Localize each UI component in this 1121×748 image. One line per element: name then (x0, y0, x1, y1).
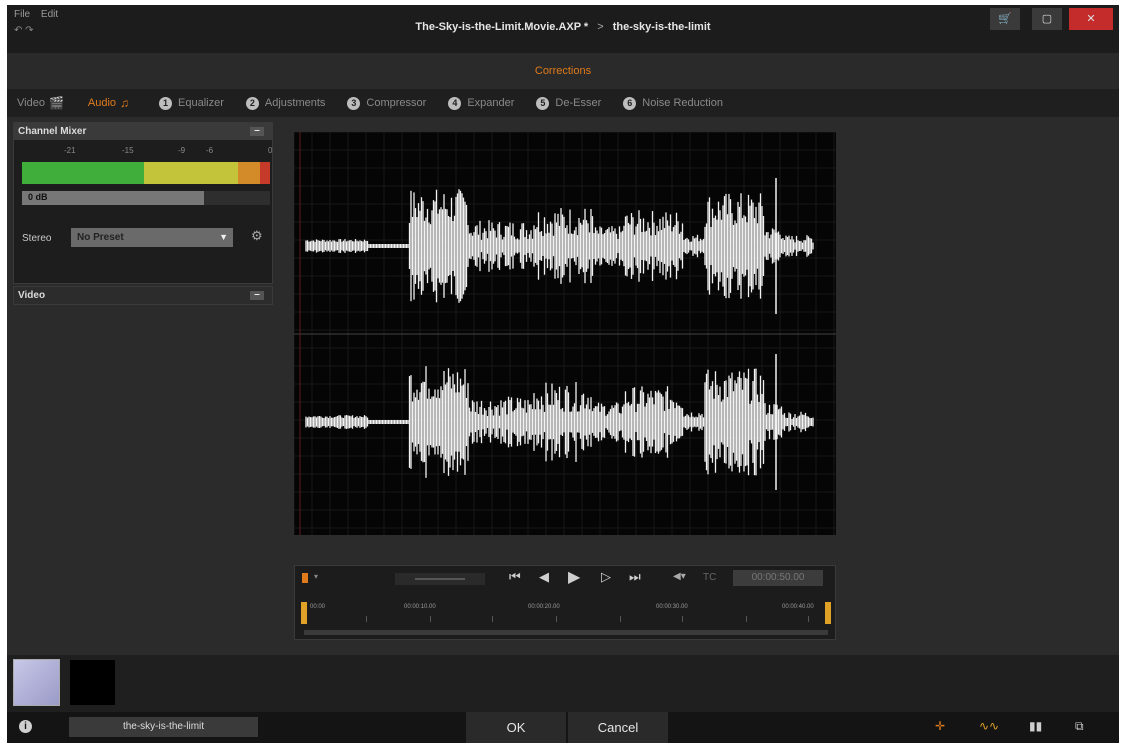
menu-file[interactable]: File (14, 9, 30, 20)
video-panel-header[interactable]: Video – (14, 287, 272, 304)
preset-settings-icon[interactable]: ⚙ (251, 228, 263, 244)
channel-mixer-title: Channel Mixer (18, 126, 87, 137)
ruler-label: 00:00:40.00 (782, 604, 814, 610)
tab-compressor[interactable]: 3 Compressor (347, 96, 427, 110)
status-bar: i the-sky-is-the-limit OK Cancel ✛ ∿∿ ▮▮… (7, 712, 1119, 743)
clapperboard-icon: 🎬 (48, 96, 64, 110)
tab-video-label: Video (17, 97, 45, 109)
go-to-start-icon[interactable]: ⏮ (509, 569, 521, 585)
chevron-down-icon: ▼ (219, 232, 228, 242)
menu-edit[interactable]: Edit (41, 9, 58, 20)
ruler-label: 00:00:20.00 (528, 604, 560, 610)
waveform-icon[interactable]: ∿∿ (979, 719, 999, 733)
menu-bar: File Edit (14, 9, 66, 20)
step-back-icon[interactable]: ◀ (539, 569, 549, 585)
store-button[interactable]: 🛒 (990, 8, 1020, 30)
clip-title: the-sky-is-the-limit (612, 21, 711, 33)
go-to-end-icon[interactable]: ⏭ (629, 569, 641, 585)
project-title: The-Sky-is-the-Limit.Movie.AXP * (415, 21, 589, 33)
meter-tick: -15 (122, 146, 134, 155)
channel-mixer-header[interactable]: Channel Mixer – (14, 123, 272, 140)
cancel-button[interactable]: Cancel (568, 712, 668, 743)
record-icon[interactable] (302, 573, 308, 583)
video-panel-title: Video (18, 290, 46, 301)
meter-tick: -21 (64, 146, 76, 155)
video-panel: Video – (13, 286, 273, 305)
clip-thumbnail[interactable] (13, 659, 60, 706)
ruler-label: 00:00 (310, 604, 326, 610)
maximize-button[interactable]: ▢ (1032, 8, 1062, 30)
close-button[interactable]: ✕ (1069, 8, 1113, 30)
tab-adjustments[interactable]: 2 Adjustments (245, 96, 326, 110)
step-3-icon: 3 (347, 96, 361, 110)
step-2-icon: 2 (245, 96, 259, 110)
step-4-icon: 4 (448, 96, 462, 110)
level-meter (22, 162, 270, 184)
tab-audio-label: Audio (87, 97, 117, 109)
waveform-svg (294, 132, 836, 535)
crosshair-icon[interactable]: ✛ (935, 719, 945, 733)
window-title: The-Sky-is-the-Limit.Movie.AXP * > the-s… (7, 21, 1119, 33)
collapse-icon[interactable]: – (250, 126, 264, 136)
project-name-field[interactable]: the-sky-is-the-limit (69, 717, 258, 737)
tab-noise-reduction[interactable]: 6 Noise Reduction (623, 96, 723, 110)
bar-graph-icon[interactable]: ▮▮ (1029, 719, 1042, 733)
step-5-icon: 5 (536, 96, 550, 110)
step-1-icon: 1 (159, 96, 173, 110)
step-forward-icon[interactable]: ▷ (601, 569, 611, 585)
app-window: File Edit ↶ ↷ The-Sky-is-the-Limit.Movie… (7, 5, 1119, 743)
music-note-icon: ♫ (120, 96, 130, 110)
external-window-icon[interactable]: ⧉ (1075, 719, 1084, 734)
channel-mixer-body: -21 -15 -9 -6 0 0 dB Stereo No Preset ▼ (14, 140, 272, 283)
shuttle-slider[interactable] (395, 573, 485, 585)
level-slider[interactable]: 0 dB (22, 191, 270, 205)
volume-icon[interactable]: ◀▾ (673, 571, 686, 582)
channel-mixer-panel: Channel Mixer – -21 -15 -9 -6 0 0 dB Ste… (13, 122, 273, 284)
ruler-label: 00:00:30.00 (656, 604, 688, 610)
tab-equalizer[interactable]: 1 Equalizer (159, 96, 224, 110)
tab-audio[interactable]: Audio ♫ (88, 96, 129, 110)
meter-tick: -9 (178, 146, 186, 155)
meter-tick: 0 (268, 146, 273, 155)
mark-out-handle[interactable] (825, 602, 831, 624)
corrections-header: Corrections (7, 53, 1119, 89)
clip-thumbnail[interactable] (70, 660, 115, 705)
timecode-field[interactable]: 00:00:50.00 (733, 570, 823, 586)
waveform-display[interactable] (294, 132, 836, 535)
clip-thumbnail-strip (7, 655, 1119, 712)
tab-equalizer-label: Equalizer (178, 97, 224, 109)
play-icon[interactable]: ▶ (568, 567, 580, 587)
tab-noise-reduction-label: Noise Reduction (642, 97, 723, 109)
tab-adjustments-label: Adjustments (264, 97, 326, 109)
level-value: 0 dB (28, 192, 48, 202)
ruler-label: 00:00:10.00 (404, 604, 436, 610)
timeline-ruler[interactable]: 00:00 00:00:10.00 00:00:20.00 00:00:30.0… (301, 596, 831, 626)
info-icon[interactable]: i (19, 720, 32, 733)
chevron-down-icon[interactable]: ▾ (314, 572, 318, 581)
preset-dropdown[interactable]: No Preset ▼ (71, 228, 233, 247)
ok-button[interactable]: OK (466, 712, 566, 743)
tab-de-esser-label: De-Esser (555, 97, 602, 109)
breadcrumb-separator: > (597, 21, 604, 33)
corrections-label: Corrections (534, 65, 592, 77)
stereo-label: Stereo (22, 233, 52, 244)
timecode-label: TC (703, 572, 717, 583)
corrections-tabs: Video 🎬 Audio ♫ 1 Equalizer 2 Adjustment… (7, 89, 1119, 117)
collapse-icon[interactable]: – (250, 290, 264, 300)
tab-de-esser[interactable]: 5 De-Esser (536, 96, 602, 110)
tab-video[interactable]: Video 🎬 (17, 96, 64, 110)
meter-tick: -6 (206, 146, 214, 155)
mark-in-handle[interactable] (301, 602, 307, 624)
tab-expander[interactable]: 4 Expander (448, 96, 515, 110)
preset-value: No Preset (77, 232, 124, 243)
meter-scale: -21 -15 -9 -6 0 (22, 146, 272, 156)
tab-compressor-label: Compressor (366, 97, 427, 109)
title-bar: File Edit ↶ ↷ The-Sky-is-the-Limit.Movie… (7, 5, 1119, 53)
transport-controls: ▾ ⏮ ◀ ▶ ▷ ⏭ ◀▾ TC 00:00:50.00 00:00 00:0… (294, 565, 836, 640)
step-6-icon: 6 (623, 96, 637, 110)
tab-expander-label: Expander (467, 97, 515, 109)
timeline-scrollbar[interactable] (304, 630, 828, 635)
